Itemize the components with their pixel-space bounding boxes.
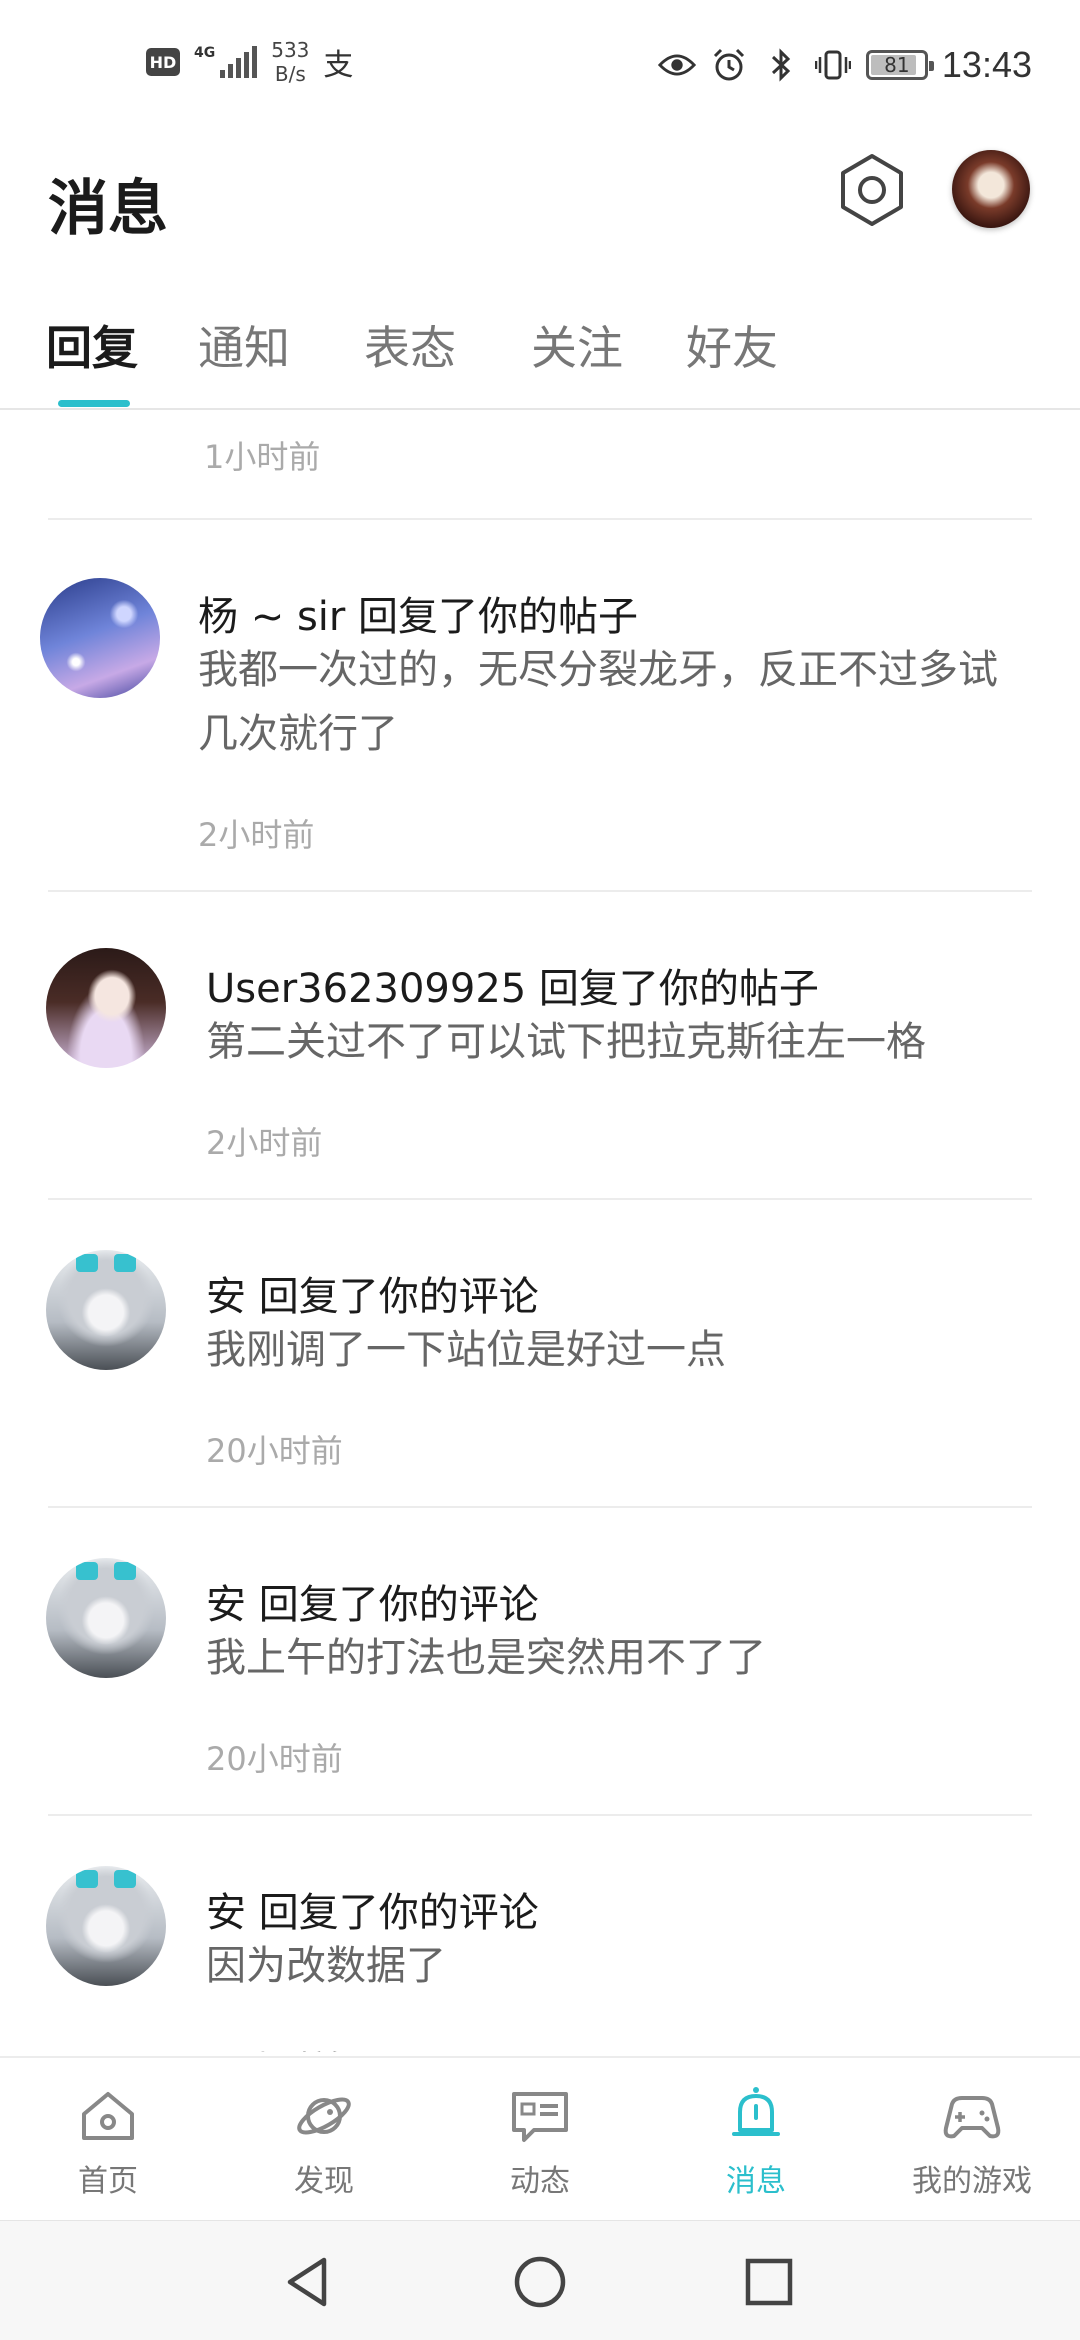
bluetooth-icon bbox=[762, 46, 800, 84]
net-speed-value: 533 bbox=[271, 38, 310, 62]
list-item[interactable]: 安 回复了你的评论 我刚调了一下站位是好过一点 20小时前 bbox=[0, 1200, 1080, 1506]
tab-reactions[interactable]: 表态 bbox=[364, 312, 456, 378]
status-left: HD 4G 533 B/s 支 bbox=[146, 38, 353, 86]
tab-follows[interactable]: 关注 bbox=[531, 312, 623, 378]
tab-friends[interactable]: 好友 bbox=[686, 312, 778, 378]
item-body: 因为改数据了 bbox=[206, 1943, 446, 1989]
recents-button[interactable] bbox=[734, 2247, 804, 2317]
tab-notifications[interactable]: 通知 bbox=[198, 312, 290, 378]
nav-discover-label: 发现 bbox=[294, 2164, 354, 2199]
system-nav-bar bbox=[0, 2220, 1080, 2340]
my-avatar[interactable] bbox=[952, 150, 1030, 228]
signal-icon: 4G bbox=[194, 45, 258, 78]
network-type: 4G bbox=[194, 45, 216, 61]
back-icon bbox=[287, 2257, 327, 2307]
bottom-nav: 首页 发现 动态 消息 我的游戏 bbox=[0, 2056, 1080, 2220]
list-item[interactable]: User362309925 回复了你的帖子 第二关过不了可以试下把拉克斯往左一格… bbox=[0, 892, 1080, 1198]
message-list[interactable]: 1小时前 杨 ~ sir 回复了你的帖子 我都一次过的，无尽分裂龙牙，反正不过多… bbox=[0, 412, 1080, 2052]
tab-replies[interactable]: 回复 bbox=[46, 312, 138, 378]
battery-icon: 81 bbox=[865, 50, 934, 80]
hd-badge: HD bbox=[146, 48, 180, 76]
avatar[interactable] bbox=[40, 578, 160, 698]
status-time: 13:43 bbox=[941, 44, 1032, 85]
status-bar: HD 4G 533 B/s 支 81 13:43 bbox=[0, 0, 1080, 130]
item-time: 2小时前 bbox=[206, 1124, 323, 1162]
item-title: User362309925 回复了你的帖子 bbox=[206, 966, 819, 1012]
alarm-icon bbox=[710, 46, 748, 84]
nav-my-games[interactable]: 我的游戏 bbox=[892, 2084, 1052, 2200]
planet-icon bbox=[297, 2097, 351, 2135]
item-time: 20小时前 bbox=[206, 1740, 343, 1778]
avatar[interactable] bbox=[46, 1558, 166, 1678]
circle-home-icon bbox=[514, 2256, 566, 2308]
item-body: 我上午的打法也是突然用不了了 bbox=[206, 1635, 766, 1681]
back-button[interactable] bbox=[272, 2247, 342, 2317]
list-item[interactable]: 安 回复了你的评论 我上午的打法也是突然用不了了 20小时前 bbox=[0, 1508, 1080, 1814]
nav-home-label: 首页 bbox=[78, 2164, 138, 2199]
item-body: 第二关过不了可以试下把拉克斯往左一格 bbox=[206, 1019, 926, 1065]
settings-button[interactable] bbox=[832, 150, 912, 230]
item-time: 2小时前 bbox=[198, 816, 315, 854]
battery-level: 81 bbox=[884, 53, 910, 77]
header: 消息 bbox=[0, 130, 1080, 260]
item-body: 我都一次过的，无尽分裂龙牙，反正不过多试几次就行了 bbox=[198, 647, 998, 757]
home-button[interactable] bbox=[505, 2247, 575, 2317]
nav-messages[interactable]: 消息 bbox=[676, 2084, 836, 2200]
payment-icon: 支 bbox=[323, 48, 354, 83]
nav-messages-label: 消息 bbox=[726, 2164, 786, 2199]
nav-my-games-label: 我的游戏 bbox=[912, 2164, 1032, 2199]
item-title: 安 回复了你的评论 bbox=[206, 1582, 539, 1628]
item-body: 我刚调了一下站位是好过一点 bbox=[206, 1327, 726, 1373]
gamepad-icon bbox=[943, 2096, 1001, 2139]
vibrate-icon bbox=[814, 46, 852, 84]
tab-bar: 回复 通知 表态 关注 好友 bbox=[0, 300, 1080, 410]
status-right: 81 13:43 bbox=[657, 44, 1032, 86]
net-speed-unit: B/s bbox=[274, 62, 306, 86]
avatar[interactable] bbox=[46, 1866, 166, 1986]
nav-home[interactable]: 首页 bbox=[28, 2084, 188, 2200]
list-item[interactable]: 安 回复了你的评论 因为改数据了 20小时前 bbox=[0, 1816, 1080, 2052]
list-item[interactable]: 杨 ~ sir 回复了你的帖子 我都一次过的，无尽分裂龙牙，反正不过多试几次就行… bbox=[0, 520, 1080, 890]
nav-feed[interactable]: 动态 bbox=[460, 2084, 620, 2200]
eye-icon bbox=[657, 46, 696, 84]
square-recents-icon bbox=[745, 2258, 793, 2306]
net-speed: 533 B/s bbox=[271, 38, 309, 86]
item-title: 安 回复了你的评论 bbox=[206, 1890, 539, 1936]
feed-icon bbox=[512, 2092, 568, 2142]
item-title: 杨 ~ sir 回复了你的帖子 bbox=[198, 594, 639, 640]
bell-icon bbox=[732, 2087, 780, 2136]
item-time: 20小时前 bbox=[206, 1432, 343, 1470]
settings-icon bbox=[841, 154, 903, 226]
home-icon bbox=[82, 2092, 134, 2140]
previous-item-time: 1小时前 bbox=[204, 438, 321, 476]
avatar[interactable] bbox=[46, 1250, 166, 1370]
page-title: 消息 bbox=[48, 174, 168, 244]
nav-discover[interactable]: 发现 bbox=[244, 2084, 404, 2200]
avatar[interactable] bbox=[46, 948, 166, 1068]
item-time: 20小时前 bbox=[206, 2042, 343, 2052]
item-title: 安 回复了你的评论 bbox=[206, 1274, 539, 1320]
tab-indicator bbox=[58, 400, 130, 407]
nav-feed-label: 动态 bbox=[510, 2164, 570, 2199]
